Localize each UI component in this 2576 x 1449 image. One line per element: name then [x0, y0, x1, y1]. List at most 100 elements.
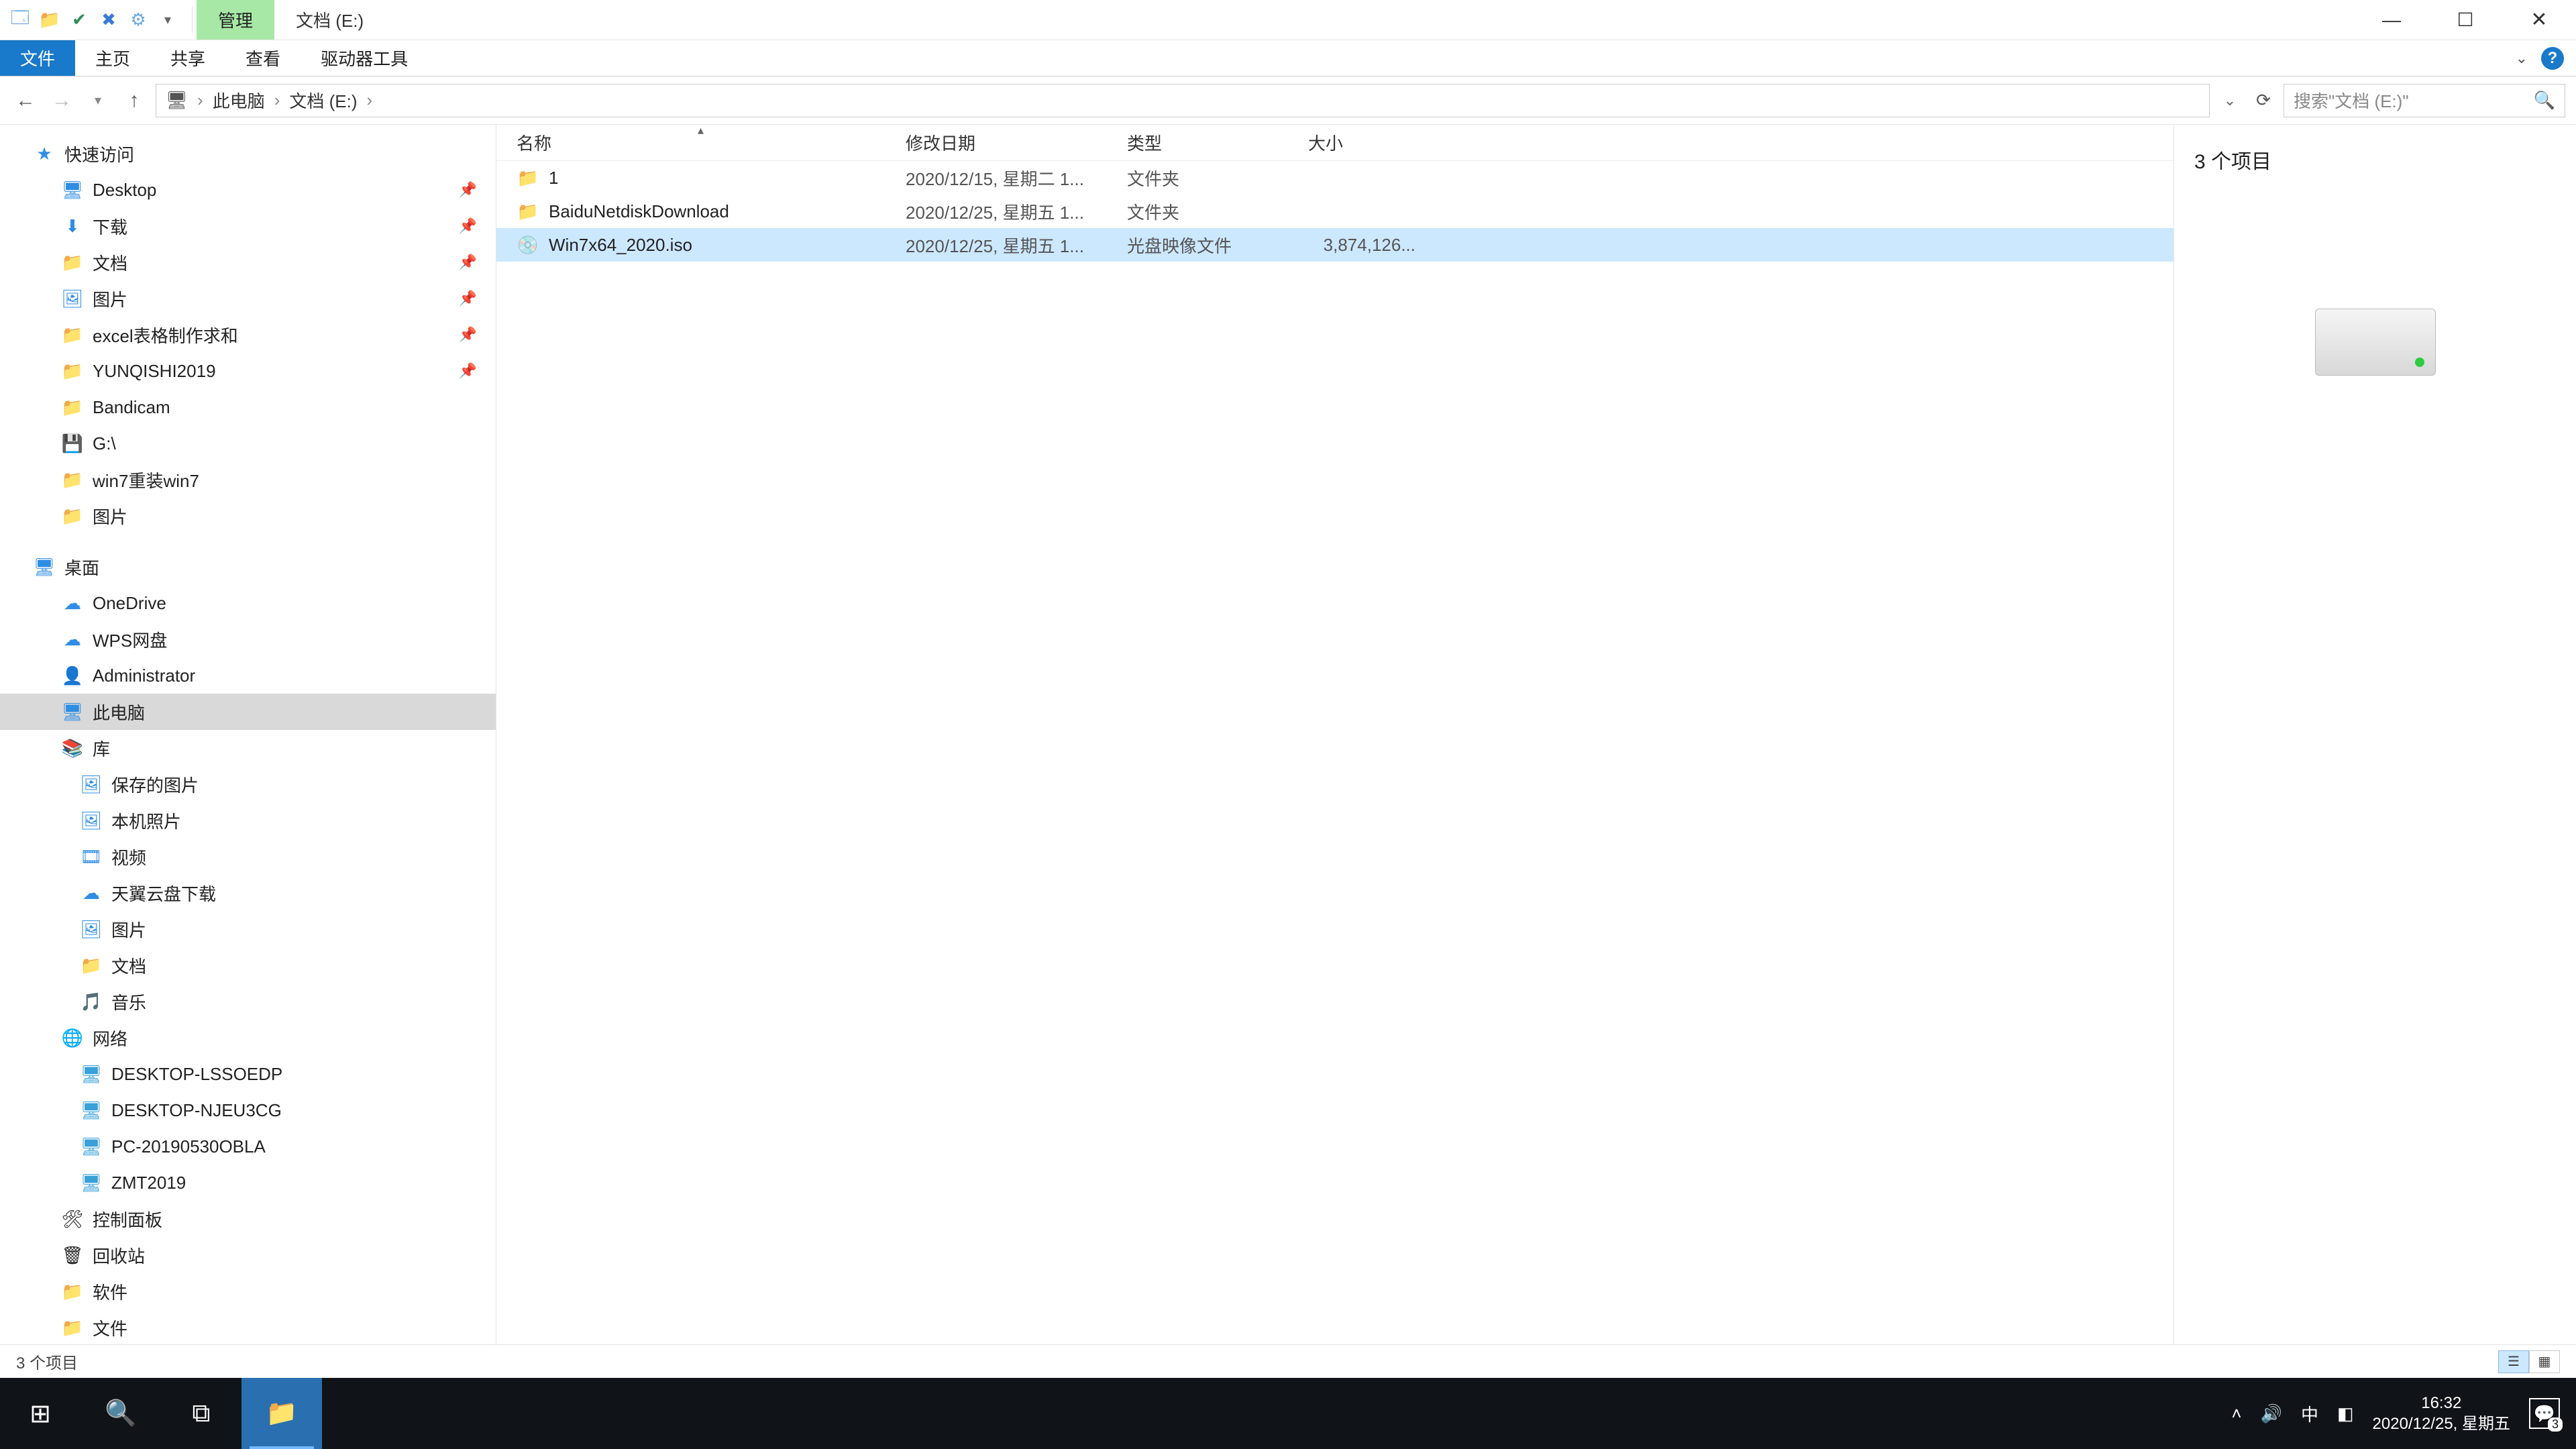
status-text: 3 个项目: [16, 1350, 78, 1373]
tree-this-pc[interactable]: 🖥此电脑: [0, 694, 496, 730]
ribbon-tab-drive-tools[interactable]: 驱动器工具: [301, 40, 428, 76]
tree-network-pc-4[interactable]: 🖥ZMT2019: [0, 1165, 496, 1201]
qat-properties-icon[interactable]: ⚙: [126, 8, 150, 32]
tree-desktop[interactable]: 🖥Desktop📌: [0, 172, 496, 208]
close-button[interactable]: ✕: [2502, 0, 2576, 40]
tray-ime-indicator[interactable]: 中: [2301, 1401, 2318, 1426]
qat-close-icon[interactable]: ✖: [97, 8, 121, 32]
tree-files[interactable]: 📁文件: [0, 1309, 496, 1344]
ribbon-tab-view[interactable]: 查看: [225, 40, 301, 76]
tree-downloads[interactable]: ⬇下载📌: [0, 208, 496, 244]
recycle-icon: 🗑: [62, 1244, 83, 1266]
network-icon: 🌐: [62, 1027, 83, 1049]
details-view-button[interactable]: ☰: [2498, 1350, 2529, 1373]
tree-desktop-root[interactable]: 🖥桌面: [0, 549, 496, 585]
tree-pictures-2[interactable]: 📁图片: [0, 498, 496, 534]
minimize-button[interactable]: —: [2355, 0, 2428, 40]
tree-documents[interactable]: 📁文档📌: [0, 244, 496, 280]
breadcrumb-current[interactable]: 文档 (E:): [289, 88, 357, 113]
folder-icon: 📁: [62, 324, 83, 345]
ribbon-collapse-icon[interactable]: ⌄: [2516, 50, 2528, 67]
tree-pictures[interactable]: 🖼图片📌: [0, 280, 496, 317]
breadcrumb-this-pc[interactable]: 此电脑: [213, 88, 265, 113]
tree-control-panel[interactable]: 🛠控制面板: [0, 1201, 496, 1237]
tree-network-pc-3[interactable]: 🖥PC-20190530OBLA: [0, 1128, 496, 1165]
column-name[interactable]: 名称: [517, 130, 906, 155]
tree-network-pc-1[interactable]: 🖥DESKTOP-LSSOEDP: [0, 1056, 496, 1092]
tree-win7-reinstall[interactable]: 📁win7重装win7: [0, 462, 496, 498]
file-type: 文件夹: [1127, 166, 1308, 191]
file-size: 3,874,126...: [1308, 235, 1442, 256]
up-button[interactable]: ↑: [119, 86, 149, 115]
thumbnails-view-button[interactable]: ▦: [2529, 1350, 2560, 1373]
back-button[interactable]: ←: [11, 86, 40, 115]
preview-pane: 3 个项目: [2174, 125, 2576, 1344]
tray-chevron-up-icon[interactable]: ˄: [2231, 1403, 2241, 1424]
forward-button[interactable]: →: [47, 86, 76, 115]
action-center-button[interactable]: 💬 3: [2529, 1398, 2560, 1429]
tree-network-pc-2[interactable]: 🖥DESKTOP-NJEU3CG: [0, 1092, 496, 1128]
tree-g-drive[interactable]: 💾G:\: [0, 425, 496, 462]
tree-yunqishi[interactable]: 📁YUNQISHI2019📌: [0, 353, 496, 389]
qat-open-folder-icon[interactable]: 📁: [38, 8, 62, 32]
tree-recycle-bin[interactable]: 🗑回收站: [0, 1237, 496, 1273]
preview-title: 3 个项目: [2194, 145, 2556, 174]
recent-locations-icon[interactable]: ▾: [83, 86, 113, 115]
ribbon-tab-share[interactable]: 共享: [150, 40, 225, 76]
tray-security-icon[interactable]: ◧: [2337, 1403, 2354, 1424]
tree-bandicam[interactable]: 📁Bandicam: [0, 389, 496, 425]
nav-tree[interactable]: ★快速访问 🖥Desktop📌 ⬇下载📌 📁文档📌 🖼图片📌 📁excel表格制…: [0, 125, 496, 1344]
task-view-button[interactable]: ⧉: [161, 1378, 241, 1449]
tree-excel-req[interactable]: 📁excel表格制作求和📌: [0, 317, 496, 353]
tree-administrator[interactable]: 👤Administrator: [0, 657, 496, 694]
pc-icon: 🖥: [80, 1172, 102, 1193]
search-input[interactable]: 搜索"文档 (E:)" 🔍: [2284, 84, 2565, 117]
start-button[interactable]: ⊞: [0, 1378, 80, 1449]
tray-time: 16:32: [2373, 1393, 2510, 1413]
refresh-button[interactable]: ⟳: [2250, 90, 2277, 111]
tree-network[interactable]: 🌐网络: [0, 1020, 496, 1056]
file-row[interactable]: 📁12020/12/15, 星期二 1...文件夹: [496, 161, 2174, 195]
tree-pictures-3[interactable]: 🖼图片: [0, 911, 496, 947]
tree-saved-pictures[interactable]: 🖼保存的图片: [0, 766, 496, 802]
file-row[interactable]: 💿Win7x64_2020.iso2020/12/25, 星期五 1...光盘映…: [496, 228, 2174, 262]
tree-label: 桌面: [64, 555, 99, 580]
tree-library[interactable]: 📚库: [0, 730, 496, 766]
tree-software[interactable]: 📁软件: [0, 1273, 496, 1309]
tree-label: YUNQISHI2019: [93, 361, 216, 382]
contextual-tab-manage[interactable]: 管理: [197, 0, 274, 40]
tree-onedrive[interactable]: ☁OneDrive: [0, 585, 496, 621]
tree-videos[interactable]: 🎞视频: [0, 839, 496, 875]
ribbon-tab-home[interactable]: 主页: [75, 40, 150, 76]
ribbon-tab-file[interactable]: 文件: [0, 40, 75, 76]
tree-label: 图片: [111, 917, 146, 942]
file-type: 光盘映像文件: [1127, 233, 1308, 258]
address-bar[interactable]: 🖥 › 此电脑 › 文档 (E:) ›: [156, 84, 2210, 117]
address-history-dropdown-icon[interactable]: ⌄: [2216, 92, 2243, 109]
tray-clock[interactable]: 16:32 2020/12/25, 星期五: [2373, 1393, 2510, 1434]
folder-icon: 📁: [62, 1281, 83, 1302]
tree-local-photos[interactable]: 🖼本机照片: [0, 802, 496, 839]
tree-label: 下载: [93, 214, 127, 239]
tray-volume-icon[interactable]: 🔊: [2261, 1403, 2282, 1424]
column-size[interactable]: 大小: [1308, 130, 1442, 155]
tree-quick-access[interactable]: ★快速访问: [0, 136, 496, 172]
taskbar-explorer-button[interactable]: 📁: [241, 1378, 322, 1449]
column-type[interactable]: 类型: [1127, 130, 1308, 155]
maximize-button[interactable]: ☐: [2428, 0, 2502, 40]
search-button[interactable]: 🔍: [80, 1378, 161, 1449]
column-headers[interactable]: ▴ 名称 修改日期 类型 大小: [496, 125, 2174, 161]
view-toggles: ☰ ▦: [2498, 1350, 2560, 1373]
tree-documents-2[interactable]: 📁文档: [0, 947, 496, 983]
column-date[interactable]: 修改日期: [906, 130, 1127, 155]
qat-check-icon[interactable]: ✔: [67, 8, 91, 32]
help-icon[interactable]: ?: [2541, 47, 2564, 70]
file-list[interactable]: ▴ 名称 修改日期 类型 大小 📁12020/12/15, 星期二 1...文件…: [496, 125, 2174, 1344]
tree-music[interactable]: 🎵音乐: [0, 983, 496, 1020]
file-row[interactable]: 📁BaiduNetdiskDownload2020/12/25, 星期五 1..…: [496, 195, 2174, 228]
tree-wps[interactable]: ☁WPS网盘: [0, 621, 496, 657]
qat-app-icon[interactable]: 🗔: [8, 8, 32, 32]
drive-preview-icon: [2315, 309, 2436, 376]
qat-dropdown-icon[interactable]: ▾: [156, 8, 180, 32]
tree-tianyi[interactable]: ☁天翼云盘下载: [0, 875, 496, 911]
